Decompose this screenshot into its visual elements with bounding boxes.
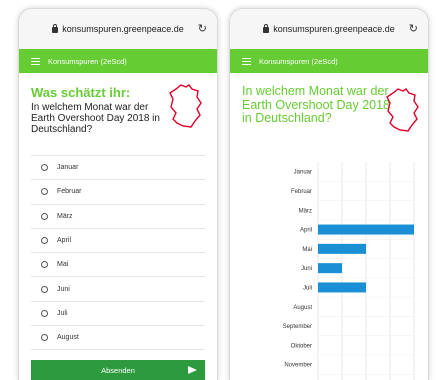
answer-options: Januar Februar März April Mai Juni Juli … [31, 155, 205, 351]
radio-icon[interactable] [41, 309, 48, 317]
radio-icon[interactable] [41, 285, 48, 293]
option-label: Januar [57, 164, 79, 172]
category-label: November [284, 363, 312, 369]
option-juli[interactable]: Juli [31, 302, 205, 327]
reload-icon[interactable]: ↻ [409, 22, 418, 35]
option-maerz[interactable]: März [31, 205, 205, 229]
send-arrow-icon [188, 366, 197, 374]
option-april[interactable]: April [31, 229, 205, 254]
radio-icon[interactable] [41, 212, 48, 220]
option-label: Februar [57, 188, 82, 196]
app-bar: Konsumspuren (2eScd) [19, 49, 217, 73]
url-bar[interactable]: konsumspuren.greenpeace.de ↻ [230, 9, 428, 49]
option-label: Juni [57, 285, 70, 293]
url-text: konsumspuren.greenpeace.de [62, 24, 184, 34]
submit-label: Absenden [101, 366, 135, 375]
radio-icon[interactable] [41, 164, 48, 172]
option-label: August [57, 334, 79, 342]
app-title: Konsumspuren (2eScd) [48, 56, 127, 66]
results-bar-chart: Januar Februar März April Mai Juni Juli August S… [283, 162, 415, 380]
option-label: April [57, 237, 72, 245]
hamburger-menu-icon[interactable] [242, 57, 251, 65]
lock-icon [263, 24, 270, 33]
bar-juli [318, 282, 366, 293]
option-label: Mai [57, 261, 69, 269]
url-text: konsumspuren.greenpeace.de [273, 24, 395, 34]
bar-april [318, 224, 414, 235]
option-august[interactable]: August [31, 326, 205, 351]
category-label: Mai [302, 247, 312, 253]
germany-map-icon [386, 88, 419, 132]
option-label: März [57, 212, 73, 220]
option-juni[interactable]: Juni [31, 277, 205, 302]
option-januar[interactable]: Januar [31, 156, 205, 181]
reload-icon[interactable]: ↻ [198, 22, 207, 35]
option-februar[interactable]: Februar [31, 180, 205, 205]
url-bar[interactable]: konsumspuren.greenpeace.de ↻ [19, 9, 217, 49]
category-label: Oktober [291, 343, 312, 349]
radio-icon[interactable] [41, 334, 48, 342]
app-title: Konsumspuren (2eScd) [259, 56, 338, 66]
category-label: Februar [291, 189, 312, 195]
category-label: August [293, 305, 312, 311]
radio-icon[interactable] [41, 237, 48, 245]
app-bar: Konsumspuren (2eScd) [230, 49, 428, 73]
phone-right: konsumspuren.greenpeace.de ↻ Konsumspure… [229, 8, 429, 380]
category-label: Juni [301, 266, 312, 272]
category-label: September [283, 324, 312, 330]
category-label: Juli [303, 285, 312, 291]
results-content: In welchem Monat war der Earth Overshoot… [230, 73, 428, 132]
radio-icon[interactable] [41, 188, 48, 196]
results-question: In welchem Monat war der Earth Overshoot… [242, 84, 390, 125]
option-mai[interactable]: Mai [31, 253, 205, 278]
question-content: Was schätzt ihr: In welchem Monat war de… [19, 73, 217, 351]
category-label: März [299, 208, 312, 214]
bar-mai [318, 243, 366, 254]
category-label: Januar [294, 170, 312, 176]
submit-button[interactable]: Absenden [31, 360, 205, 380]
germany-map-icon [169, 84, 202, 128]
option-label: Juli [57, 309, 68, 317]
question-text: In welchem Monat war der Earth Overshoot… [31, 102, 160, 135]
lock-icon [52, 24, 59, 33]
bar-juni [318, 263, 342, 274]
radio-icon[interactable] [41, 261, 48, 269]
hamburger-menu-icon[interactable] [31, 57, 40, 65]
phone-left: konsumspuren.greenpeace.de ↻ Konsumspure… [18, 8, 218, 380]
category-label: April [300, 228, 312, 234]
